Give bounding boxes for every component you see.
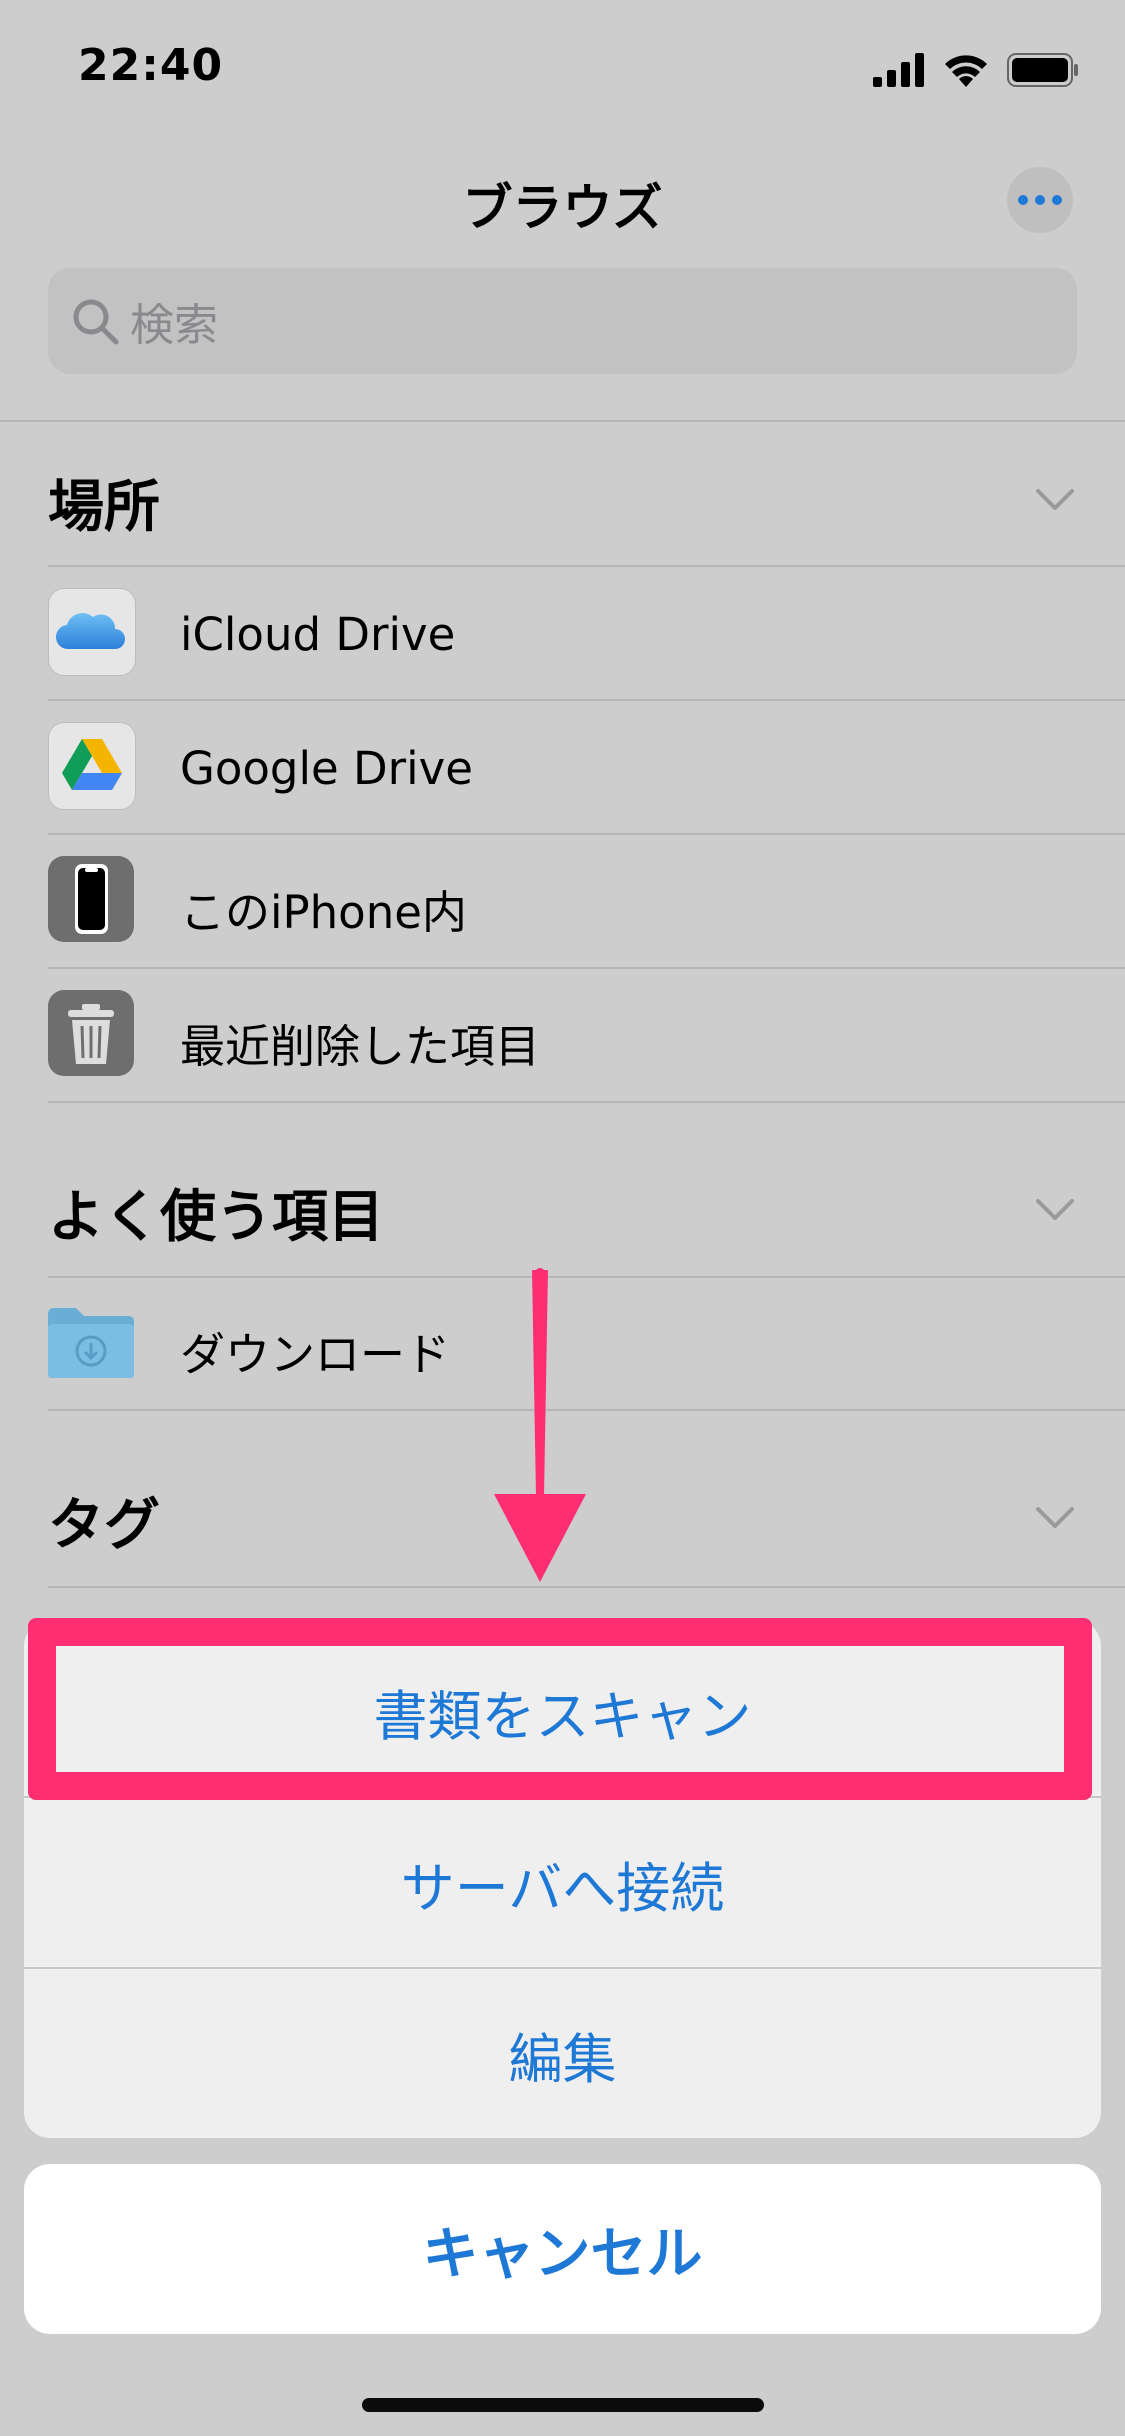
list-item-label: Google Drive — [180, 742, 473, 795]
section-header-favorites[interactable]: よく使う項目 — [48, 1172, 384, 1253]
battery-icon — [1007, 53, 1078, 87]
more-options-button[interactable] — [1007, 167, 1073, 233]
icloud-icon — [48, 588, 136, 676]
download-folder-icon — [48, 1308, 134, 1378]
chevron-down-icon[interactable] — [1035, 1506, 1075, 1530]
divider — [48, 1586, 1125, 1588]
list-item-google-drive[interactable] — [0, 701, 1125, 833]
wifi-icon — [945, 55, 987, 87]
search-input[interactable]: 検索 — [130, 289, 218, 353]
status-icons — [873, 50, 1079, 90]
status-time: 22:40 — [78, 40, 224, 91]
iphone-icon — [48, 856, 134, 942]
search-icon — [73, 299, 119, 345]
annotation-highlight-box — [28, 1618, 1092, 1800]
home-indicator[interactable] — [362, 2398, 764, 2412]
list-item-icloud-drive[interactable] — [0, 567, 1125, 699]
cancel-button[interactable]: キャンセル — [24, 2164, 1101, 2334]
annotation-arrow-icon — [494, 1268, 586, 1582]
divider — [0, 420, 1125, 422]
ellipsis-icon — [1018, 195, 1062, 205]
list-item-label: このiPhone内 — [180, 886, 467, 939]
chevron-down-icon[interactable] — [1035, 488, 1075, 512]
list-item-label: 最近削除した項目 — [180, 1020, 541, 1073]
google-drive-icon — [48, 722, 136, 810]
search-bar[interactable]: 検索 — [48, 268, 1077, 374]
chevron-down-icon[interactable] — [1035, 1198, 1075, 1222]
trash-icon — [48, 990, 134, 1076]
section-header-locations[interactable]: 場所 — [48, 462, 160, 543]
list-item-label: iCloud Drive — [180, 608, 456, 661]
edit-button[interactable]: 編集 — [24, 1969, 1101, 2139]
divider — [48, 1101, 1125, 1103]
section-header-tags[interactable]: タグ — [48, 1480, 160, 1561]
list-item-label: ダウンロード — [180, 1328, 451, 1381]
list-item-recently-deleted[interactable] — [0, 969, 1125, 1101]
cellular-signal-icon — [873, 53, 924, 87]
connect-to-server-button[interactable]: サーバへ接続 — [24, 1798, 1101, 1968]
list-item-this-iphone[interactable] — [0, 835, 1125, 967]
page-title: ブラウズ — [462, 179, 663, 237]
